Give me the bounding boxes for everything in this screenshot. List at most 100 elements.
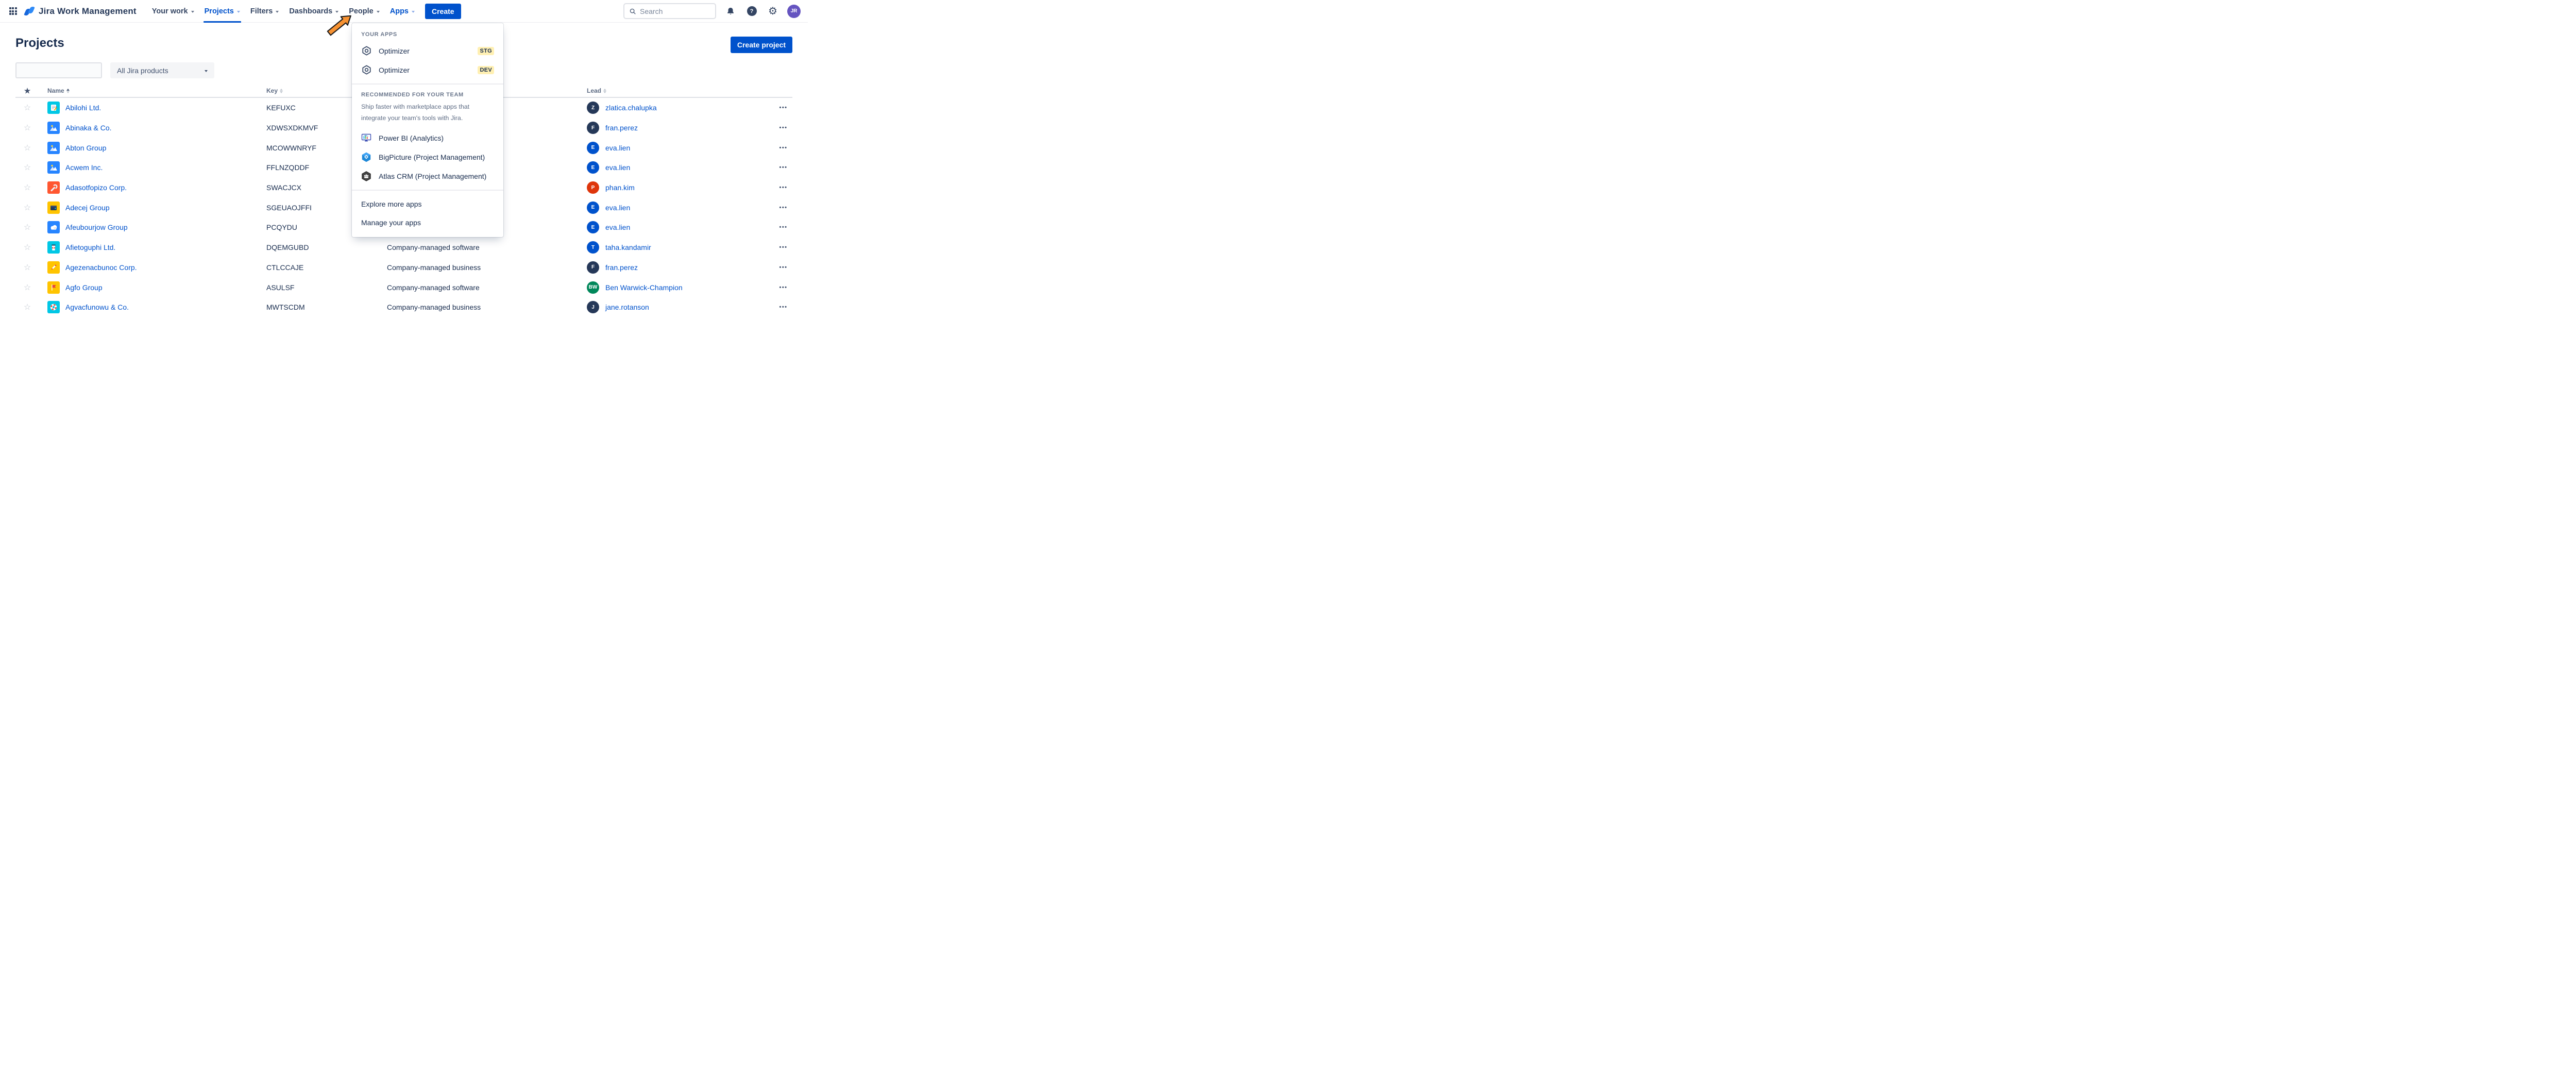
name-column-header[interactable]: Name — [39, 87, 266, 94]
star-icon[interactable]: ☆ — [15, 242, 39, 253]
lead-link[interactable]: eva.lien — [605, 204, 630, 212]
sort-icon — [66, 88, 70, 93]
lead-link[interactable]: Ben Warwick-Champion — [605, 283, 683, 292]
project-search-input[interactable] — [21, 66, 114, 75]
row-more-button[interactable]: ••• — [775, 184, 792, 191]
nav-item-apps[interactable]: Apps — [385, 0, 420, 23]
menu-item-power-bi[interactable]: Power BI (Analytics) — [352, 128, 503, 147]
chevron-down-icon — [376, 10, 380, 13]
project-name-link[interactable]: Agezenacbunoc Corp. — [65, 263, 137, 272]
menu-item-bigpicture[interactable]: BigPicture (Project Management) — [352, 147, 503, 166]
star-icon[interactable]: ☆ — [15, 103, 39, 113]
user-avatar[interactable]: JR — [787, 4, 801, 18]
row-more-button[interactable]: ••• — [775, 304, 792, 310]
menu-item-atlas-crm[interactable]: Atlas CRM (Project Management) — [352, 166, 503, 186]
jira-logo[interactable]: Jira Work Management — [24, 5, 137, 17]
product-filter-dropdown[interactable]: All Jira products — [110, 62, 214, 78]
settings-button[interactable]: ⚙ — [766, 5, 779, 18]
project-icon-mountain — [47, 141, 60, 154]
lead-avatar: T — [587, 241, 599, 254]
project-name-link[interactable]: Abilohi Ltd. — [65, 104, 101, 112]
star-icon[interactable]: ☆ — [15, 162, 39, 173]
explore-more-apps-link[interactable]: Explore more apps — [352, 195, 503, 213]
chevron-down-icon — [411, 10, 415, 13]
menu-item-optimizer-dev[interactable]: Optimizer DEV — [352, 60, 503, 79]
recommended-description: Ship faster with marketplace apps that i… — [361, 103, 470, 122]
row-more-button[interactable]: ••• — [775, 224, 792, 230]
project-type: Company-managed software — [387, 283, 480, 292]
project-name-link[interactable]: Agfo Group — [65, 283, 103, 292]
row-more-button[interactable]: ••• — [775, 284, 792, 291]
star-icon[interactable]: ☆ — [15, 222, 39, 232]
lead-link[interactable]: eva.lien — [605, 144, 630, 152]
nav-item-people[interactable]: People — [344, 0, 385, 23]
lead-avatar: F — [587, 122, 599, 134]
lead-avatar: BW — [587, 281, 599, 294]
nav-item-your-work[interactable]: Your work — [147, 0, 199, 23]
lead-avatar: P — [587, 181, 599, 194]
project-type: Company-managed business — [387, 263, 481, 272]
row-more-button[interactable]: ••• — [775, 244, 792, 250]
notifications-button[interactable] — [724, 5, 737, 18]
project-name-link[interactable]: Abton Group — [65, 144, 106, 152]
global-search-input[interactable] — [640, 7, 702, 15]
star-icon[interactable]: ☆ — [15, 262, 39, 273]
gear-icon: ⚙ — [768, 5, 777, 17]
chevron-down-icon — [276, 10, 279, 13]
nav-item-projects[interactable]: Projects — [199, 0, 245, 23]
env-badge: STG — [478, 46, 494, 55]
filter-bar: All Jira products — [15, 62, 214, 78]
project-icon-cloud — [47, 221, 60, 234]
row-more-button[interactable]: ••• — [775, 145, 792, 151]
lead-link[interactable]: fran.perez — [605, 263, 638, 272]
project-key: DQEMGUBD — [266, 243, 309, 252]
star-icon[interactable]: ☆ — [15, 302, 39, 312]
top-navigation-bar: Jira Work Management Your work Projects … — [0, 0, 808, 23]
row-more-button[interactable]: ••• — [775, 205, 792, 211]
star-column-header[interactable]: ★ — [15, 87, 39, 95]
star-icon[interactable]: ☆ — [15, 203, 39, 213]
global-search-box[interactable] — [623, 3, 716, 19]
manage-your-apps-link[interactable]: Manage your apps — [352, 213, 503, 232]
chevron-down-icon — [191, 10, 194, 13]
project-name-link[interactable]: Adecej Group — [65, 204, 110, 212]
lead-link[interactable]: fran.perez — [605, 124, 638, 132]
lead-link[interactable]: eva.lien — [605, 223, 630, 231]
project-icon-wrench — [47, 181, 60, 194]
menu-divider — [352, 190, 503, 191]
lead-link[interactable]: phan.kim — [605, 183, 635, 192]
lead-link[interactable]: eva.lien — [605, 163, 630, 172]
menu-item-optimizer-stg[interactable]: Optimizer STG — [352, 41, 503, 60]
nav-item-filters[interactable]: Filters — [245, 0, 284, 23]
chevron-down-icon — [236, 10, 240, 13]
create-button[interactable]: Create — [425, 3, 461, 19]
nav-right-group: ? ⚙ JR — [623, 3, 801, 19]
row-more-button[interactable]: ••• — [775, 264, 792, 271]
star-icon[interactable]: ☆ — [15, 182, 39, 193]
star-icon[interactable]: ☆ — [15, 123, 39, 133]
question-mark-icon: ? — [747, 6, 757, 16]
row-more-button[interactable]: ••• — [775, 164, 792, 171]
project-name-link[interactable]: Acwem Inc. — [65, 163, 103, 172]
lead-link[interactable]: taha.kandamir — [605, 243, 651, 251]
sort-icon — [603, 88, 607, 93]
lead-avatar: E — [587, 221, 599, 234]
help-button[interactable]: ? — [745, 5, 758, 18]
project-name-link[interactable]: Afietoguphi Ltd. — [65, 243, 115, 251]
lead-avatar: J — [587, 301, 599, 314]
lead-column-header[interactable]: Lead — [587, 87, 775, 94]
lead-link[interactable]: jane.rotanson — [605, 303, 649, 311]
project-name-link[interactable]: Agvacfunowu & Co. — [65, 303, 129, 311]
app-switcher-button[interactable] — [5, 4, 21, 19]
row-more-button[interactable]: ••• — [775, 105, 792, 111]
project-name-link[interactable]: Abinaka & Co. — [65, 124, 112, 132]
row-more-button[interactable]: ••• — [775, 125, 792, 131]
star-icon[interactable]: ☆ — [15, 143, 39, 153]
project-search-box[interactable] — [15, 62, 114, 78]
project-name-link[interactable]: Adasotfopizo Corp. — [65, 183, 127, 192]
lead-link[interactable]: zlatica.chalupka — [605, 104, 657, 112]
star-icon[interactable]: ☆ — [15, 282, 39, 293]
create-project-button[interactable]: Create project — [730, 37, 792, 53]
project-name-link[interactable]: Afeubourjow Group — [65, 223, 128, 231]
nav-item-dashboards[interactable]: Dashboards — [284, 0, 344, 23]
